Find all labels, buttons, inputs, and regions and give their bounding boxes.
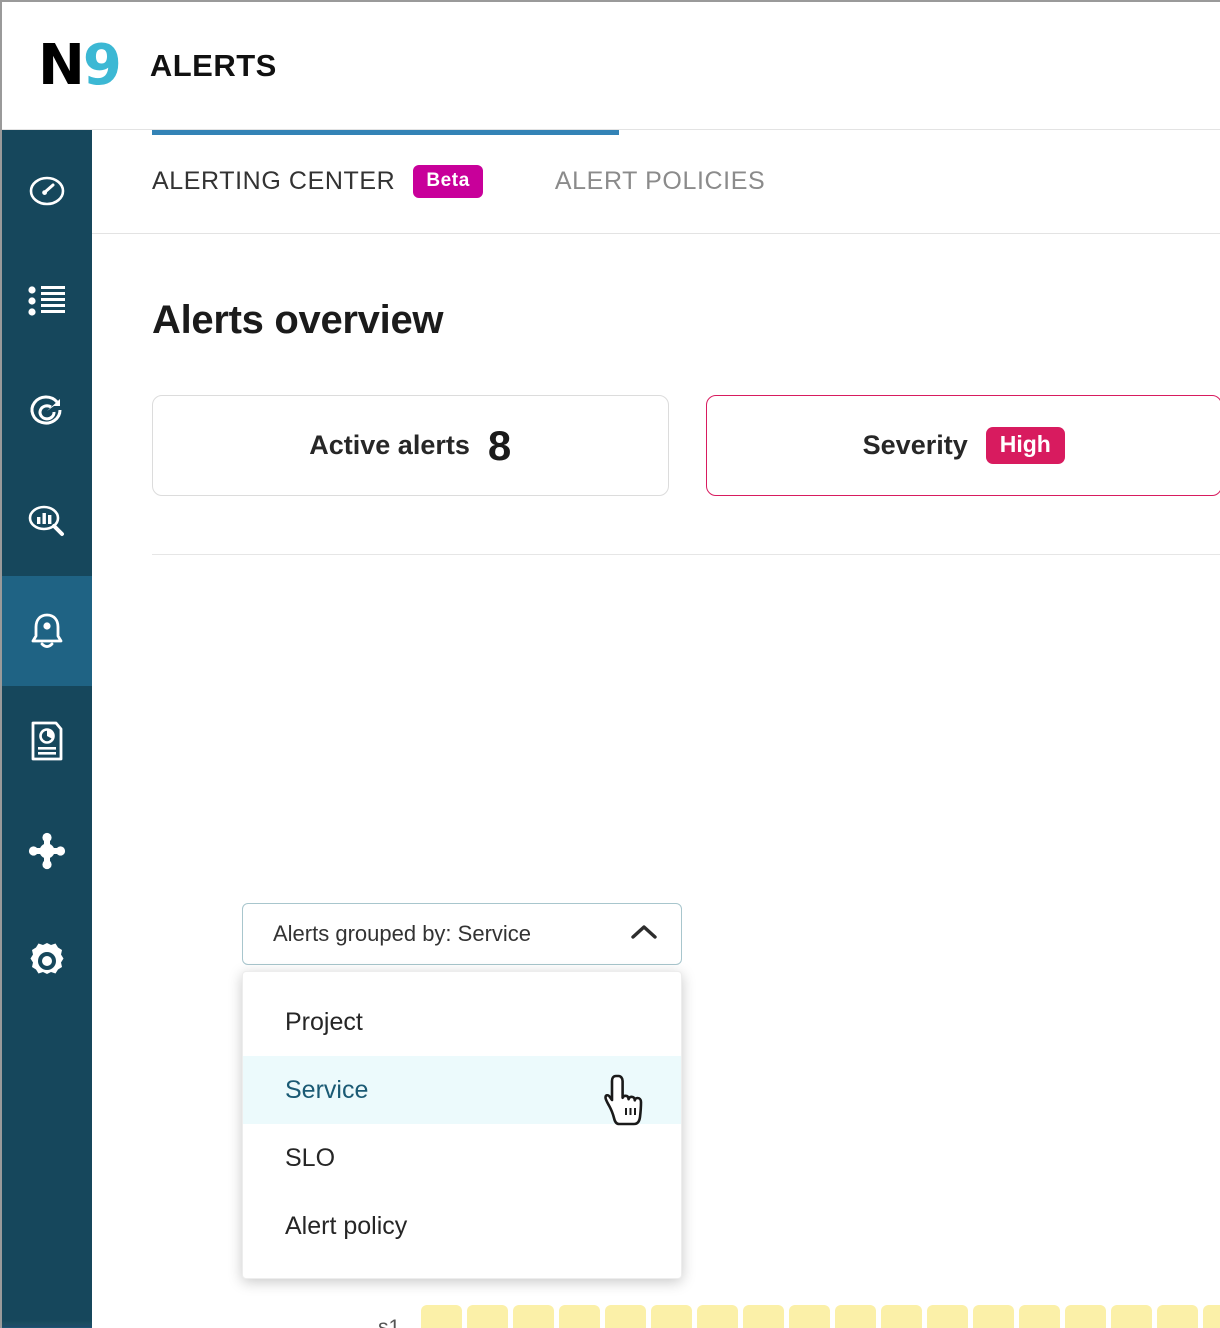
heatmap-cell[interactable] [1111, 1304, 1153, 1328]
dropdown-option-project[interactable]: Project [243, 988, 681, 1056]
page-title: Alerts overview [152, 298, 444, 342]
group-by-dropdown-button[interactable]: Alerts grouped by: Service [242, 903, 682, 965]
heatmap-cell[interactable] [1019, 1304, 1061, 1328]
analysis-icon [26, 501, 68, 541]
sidebar-item-dashboard[interactable] [2, 136, 92, 246]
heatmap-cell[interactable] [743, 1304, 785, 1328]
main-content: ALERTING CENTER Beta ALERT POLICIES Aler… [92, 130, 1220, 1328]
gear-icon [26, 940, 68, 982]
heatmap-cell[interactable] [513, 1304, 555, 1328]
chevron-up-icon[interactable] [629, 922, 659, 947]
heatmap-cell[interactable] [697, 1304, 739, 1328]
heatmap-cell[interactable] [1203, 1304, 1220, 1328]
heatmap-cell[interactable] [789, 1304, 831, 1328]
heatmap-cell[interactable] [421, 1304, 463, 1328]
dropdown-option-slo[interactable]: SLO [243, 1124, 681, 1192]
heatmap-cell[interactable] [881, 1304, 923, 1328]
heatmap-cell[interactable] [1157, 1304, 1199, 1328]
heatmap-row-label: s1 [378, 1315, 401, 1328]
group-by-dropdown-menu: Project Service SLO Alert policy [242, 971, 682, 1279]
logo-digit-9: 9 [82, 32, 122, 98]
list-icon [28, 284, 66, 318]
heatmap-cell[interactable] [973, 1304, 1015, 1328]
heatmap-cell[interactable] [651, 1304, 693, 1328]
heatmap-cell[interactable] [559, 1304, 601, 1328]
heatmap-cell[interactable] [1065, 1304, 1107, 1328]
app-title: ALERTS [149, 47, 277, 83]
dropdown-option-service[interactable]: Service [243, 1056, 681, 1124]
heatmap-cell[interactable] [605, 1304, 647, 1328]
integrations-icon [27, 831, 67, 871]
dropdown-option-alert-policy[interactable]: Alert policy [243, 1192, 681, 1260]
gauge-icon [27, 171, 67, 211]
tab-alerting-center-label: ALERTING CENTER [152, 167, 396, 195]
tab-bar: ALERTING CENTER Beta ALERT POLICIES [92, 130, 1220, 234]
heatmap-cell[interactable] [467, 1304, 509, 1328]
n9-logo[interactable]: N9 [38, 32, 122, 98]
sidebar-item-reports[interactable] [2, 686, 92, 796]
logo-letter-n: N [38, 32, 85, 98]
sidebar-item-alerts[interactable] [2, 576, 92, 686]
card-active-alerts[interactable]: Active alerts 8 [152, 395, 669, 496]
top-header-bar: N9 ALERTS [2, 2, 1220, 130]
report-icon [28, 720, 66, 762]
heatmap-rows: s1—s1—s1—s1—Processing - Landing— [378, 1299, 1220, 1328]
sidebar-item-catalog[interactable] [2, 246, 92, 356]
left-sidebar-nav [2, 130, 92, 1328]
severity-label: Severity [862, 430, 968, 460]
group-by-dropdown: Alerts grouped by: Service Project Servic… [242, 903, 682, 1279]
sidebar-item-settings[interactable] [2, 906, 92, 1016]
target-icon [27, 391, 67, 431]
sidebar-item-slo[interactable] [2, 356, 92, 466]
status-badge: High [985, 427, 1065, 464]
active-tab-underline [152, 130, 619, 135]
heatmap-row-cells [421, 1304, 1220, 1328]
tab-alert-policies-label: ALERT POLICIES [554, 167, 766, 195]
summary-cards: Active alerts 8 Severity High [92, 395, 1220, 496]
heatmap-cell[interactable] [835, 1304, 877, 1328]
active-alerts-label: Active alerts [309, 430, 470, 460]
active-alerts-value: 8 [487, 421, 512, 469]
tab-alert-policies[interactable]: ALERT POLICIES [527, 130, 765, 234]
bell-icon [27, 610, 67, 652]
heatmap-row: s1— [378, 1299, 1220, 1328]
beta-badge: Beta [413, 165, 483, 198]
heatmap-row-tick: — [400, 1315, 422, 1328]
tab-alerting-center[interactable]: ALERTING CENTER Beta [92, 130, 527, 234]
card-severity[interactable]: Severity High [705, 395, 1220, 496]
sidebar-bottom-artifact [2, 1320, 92, 1328]
sidebar-item-analysis[interactable] [2, 466, 92, 576]
app-root: N9 ALERTS ALERTING CENTER Beta ALERT POL… [0, 0, 1220, 1328]
group-by-dropdown-value: Alerts grouped by: Service [273, 921, 532, 946]
sidebar-item-integrations[interactable] [2, 796, 92, 906]
heatmap-cell[interactable] [927, 1304, 969, 1328]
